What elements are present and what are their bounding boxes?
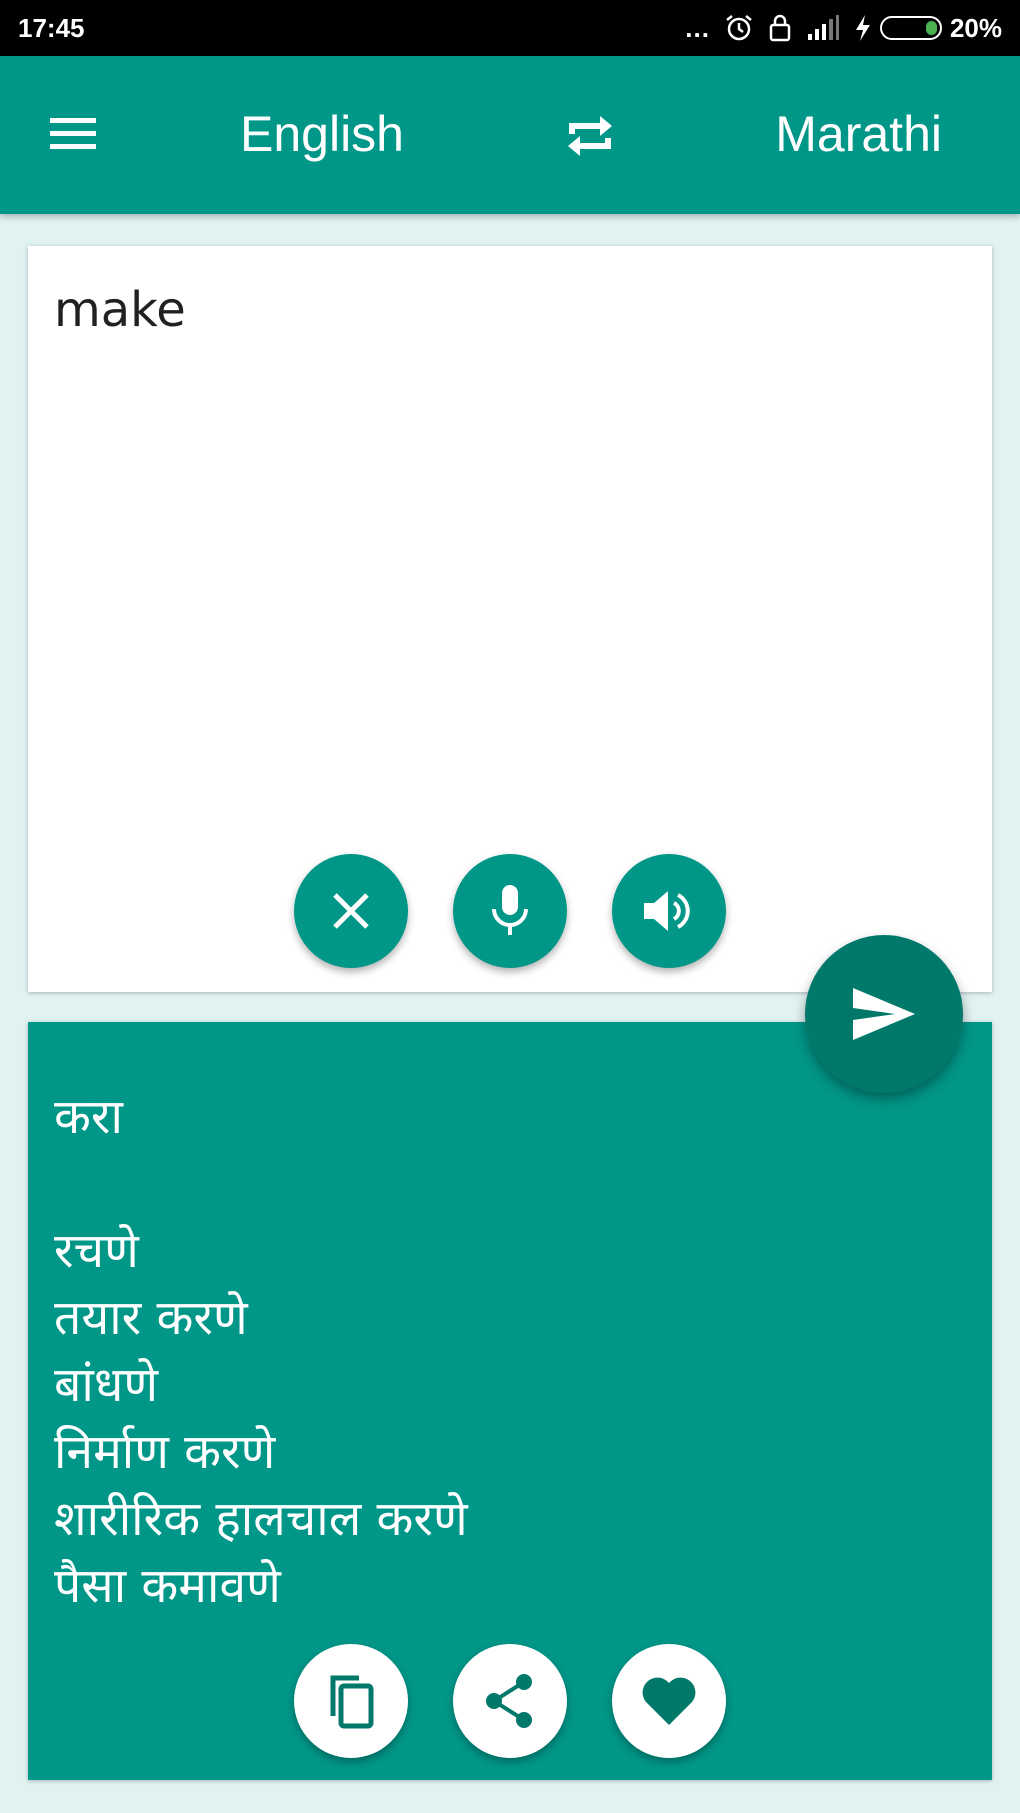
alternative-translation: पैसा कमावणे xyxy=(54,1558,281,1614)
voice-input-button[interactable] xyxy=(453,854,567,968)
more-notifications-icon: ... xyxy=(685,12,710,43)
translate-button[interactable] xyxy=(805,935,963,1093)
battery-icon xyxy=(879,16,942,40)
battery-percent: 20% xyxy=(949,12,1002,43)
heart-icon xyxy=(642,1677,696,1725)
status-icons: ... 20% xyxy=(685,13,1002,44)
alternative-translation: तयार करणे xyxy=(54,1290,248,1346)
favorite-button[interactable] xyxy=(612,1644,726,1758)
share-button[interactable] xyxy=(453,1644,567,1758)
alternative-translation: निर्माण करणे xyxy=(54,1424,276,1480)
alarm-icon xyxy=(726,15,752,41)
target-language-selector[interactable]: Marathi xyxy=(775,108,942,160)
microphone-icon xyxy=(492,885,528,935)
output-card: करा रचणे तयार करणे बांधणे निर्माण करणे श… xyxy=(28,1022,992,1780)
translation-output: करा रचणे तयार करणे बांधणे निर्माण करणे श… xyxy=(54,1084,954,1620)
clear-button[interactable] xyxy=(294,854,408,968)
speaker-icon xyxy=(644,891,690,931)
signal-icon xyxy=(807,15,839,40)
share-icon xyxy=(486,1674,532,1728)
speak-source-button[interactable] xyxy=(612,854,726,968)
close-icon xyxy=(333,893,369,929)
alternative-translation: बांधणे xyxy=(54,1357,159,1413)
app-toolbar: English Marathi xyxy=(0,56,1020,214)
lock-icon xyxy=(769,14,791,42)
primary-translation: करा xyxy=(54,1089,123,1145)
alternative-translation: रचणे xyxy=(54,1223,139,1279)
alternative-translation: शारीरिक हालचाल करणे xyxy=(54,1491,468,1547)
status-time: 17:45 xyxy=(18,12,85,43)
charging-bolt-icon xyxy=(855,15,870,41)
source-text-input[interactable]: make xyxy=(54,282,954,338)
battery-level xyxy=(925,21,937,35)
source-language-selector[interactable]: English xyxy=(240,108,404,160)
status-bar: 17:45 ... 20% xyxy=(0,0,1020,56)
swap-languages-icon[interactable] xyxy=(560,106,620,166)
send-icon xyxy=(853,988,915,1040)
input-card: make xyxy=(28,246,992,992)
copy-button[interactable] xyxy=(294,1644,408,1758)
copy-icon xyxy=(330,1675,374,1729)
battery-indicator: 20% xyxy=(854,13,1002,44)
menu-icon[interactable] xyxy=(44,110,102,158)
